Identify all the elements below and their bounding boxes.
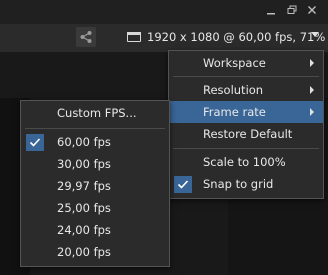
menu-separator <box>25 128 165 129</box>
chevron-right-icon <box>310 86 314 94</box>
close-icon[interactable] <box>305 3 319 19</box>
frame-rate-submenu: Custom FPS... 60,00 fps 30,00 fps 29,97 … <box>20 100 170 267</box>
menu-item-label: Restore Default <box>203 127 293 141</box>
menu-item-resolution[interactable]: Resolution <box>169 79 323 101</box>
menu-item-workspace[interactable]: Workspace <box>169 52 323 74</box>
menu-item-label: 25,00 fps <box>57 201 111 215</box>
menu-item-label: Workspace <box>203 56 266 70</box>
menu-item-label: Scale to 100% <box>203 155 286 169</box>
checkmark-icon <box>174 176 192 193</box>
checkmark-icon <box>26 134 44 151</box>
menu-item-fps-60[interactable]: 60,00 fps <box>21 131 169 153</box>
menu-item-fps-24[interactable]: 24,00 fps <box>21 219 169 241</box>
menu-item-label: 30,00 fps <box>57 157 111 171</box>
chevron-right-icon <box>310 59 314 67</box>
menu-item-fps-30[interactable]: 30,00 fps <box>21 153 169 175</box>
share-icon <box>80 31 92 43</box>
menu-item-label: Snap to grid <box>203 177 274 191</box>
chevron-down-icon[interactable] <box>311 32 319 37</box>
restore-icon[interactable] <box>285 3 299 19</box>
menu-item-label: 60,00 fps <box>57 135 111 149</box>
menu-separator <box>173 148 319 149</box>
menu-item-snap-to-grid[interactable]: Snap to grid <box>169 173 323 195</box>
share-button[interactable] <box>76 27 96 47</box>
menu-item-fps-29-97[interactable]: 29,97 fps <box>21 175 169 197</box>
context-menu: Workspace Resolution Frame rate Restore … <box>168 50 324 199</box>
menu-item-custom-fps[interactable]: Custom FPS... <box>21 102 169 124</box>
menu-item-frame-rate[interactable]: Frame rate <box>169 101 323 123</box>
menu-item-fps-20[interactable]: 20,00 fps <box>21 241 169 263</box>
menu-item-label: 29,97 fps <box>57 179 111 193</box>
menu-item-fps-25[interactable]: 25,00 fps <box>21 197 169 219</box>
minimize-icon[interactable] <box>264 3 278 19</box>
menu-item-label: Frame rate <box>203 105 266 119</box>
resolution-label[interactable]: 1920 x 1080 @ 60,00 fps, 71% <box>147 30 325 44</box>
toolbar: 1920 x 1080 @ 60,00 fps, 71% <box>0 24 328 53</box>
menu-item-label: Resolution <box>203 83 264 97</box>
menu-item-scale-100[interactable]: Scale to 100% <box>169 151 323 173</box>
menu-item-restore-default[interactable]: Restore Default <box>169 123 323 145</box>
menu-item-label: Custom FPS... <box>57 106 137 120</box>
chevron-right-icon <box>310 108 314 116</box>
title-bar <box>0 0 328 24</box>
menu-item-label: 20,00 fps <box>57 245 111 259</box>
monitor-icon <box>127 31 141 42</box>
menu-separator <box>173 76 319 77</box>
menu-item-label: 24,00 fps <box>57 223 111 237</box>
